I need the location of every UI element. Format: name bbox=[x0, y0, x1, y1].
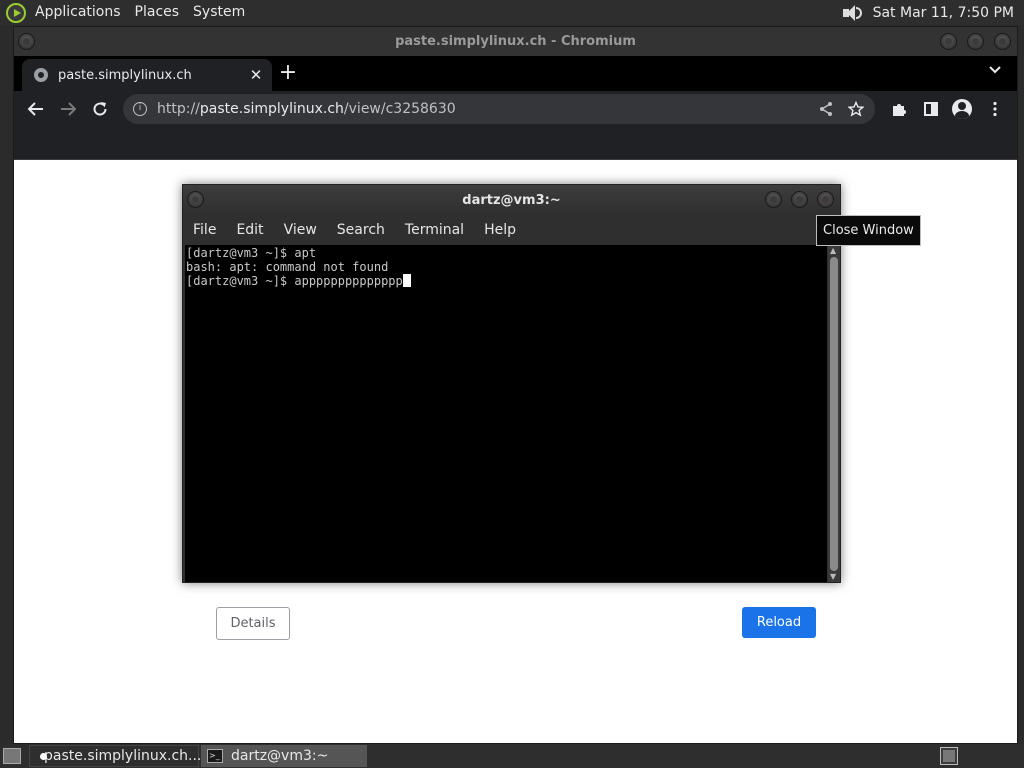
window-menu-icon[interactable] bbox=[18, 33, 35, 50]
terminal-titlebar[interactable]: dartz@vm3:~ bbox=[183, 185, 840, 216]
tab-active[interactable]: paste.simplylinux.ch ✕ bbox=[22, 59, 272, 91]
globe-icon bbox=[34, 68, 48, 82]
profile-avatar-icon[interactable] bbox=[949, 96, 975, 122]
menu-search[interactable]: Search bbox=[337, 222, 385, 238]
chromium-titlebar[interactable]: paste.simplylinux.ch - Chromium bbox=[14, 27, 1017, 56]
maximize-icon[interactable] bbox=[967, 33, 984, 50]
terminal-menubar: File Edit View Search Terminal Help bbox=[183, 216, 840, 244]
forward-arrow-icon[interactable] bbox=[55, 96, 81, 122]
terminal-close-icon[interactable] bbox=[817, 191, 834, 208]
extensions-puzzle-icon[interactable] bbox=[886, 96, 912, 122]
details-button[interactable]: Details bbox=[216, 607, 290, 640]
bookmarks-bar bbox=[14, 127, 1017, 160]
top-panel: Applications Places System Sat Mar 11, 7… bbox=[0, 0, 1024, 25]
reload-button[interactable]: Reload bbox=[742, 607, 816, 638]
terminal-line: [dartz@vm3 ~]$ apppppppppppppp bbox=[186, 274, 403, 288]
terminal-minimize-icon[interactable] bbox=[765, 191, 782, 208]
terminal-window-menu-icon[interactable] bbox=[187, 191, 204, 208]
menu-edit[interactable]: Edit bbox=[236, 222, 263, 238]
taskbar-item-terminal[interactable]: >_ dartz@vm3:~ bbox=[201, 745, 367, 767]
tab-title: paste.simplylinux.ch bbox=[58, 67, 192, 83]
site-info-icon[interactable]: i bbox=[133, 102, 147, 116]
panel-menu: Applications Places System bbox=[0, 0, 252, 25]
close-icon[interactable] bbox=[994, 33, 1011, 50]
scroll-up-arrow-icon[interactable]: ▲ bbox=[830, 246, 836, 255]
menu-view[interactable]: View bbox=[284, 222, 317, 238]
address-bar[interactable]: i http://paste.simplylinux.ch/view/c3258… bbox=[123, 94, 875, 124]
bookmark-star-icon[interactable] bbox=[843, 96, 869, 122]
terminal-line: [dartz@vm3 ~]$ apt bbox=[186, 246, 317, 260]
tab-search-chevron-icon[interactable] bbox=[985, 62, 1005, 82]
panel-clock[interactable]: Sat Mar 11, 7:50 PM bbox=[873, 5, 1014, 21]
menu-file[interactable]: File bbox=[193, 222, 216, 238]
text-cursor bbox=[402, 274, 411, 287]
terminal-window: dartz@vm3:~ File Edit View Search Termin… bbox=[182, 184, 841, 583]
terminal-output[interactable]: [dartz@vm3 ~]$ apt bash: apt: command not… bbox=[185, 245, 827, 582]
menu-terminal[interactable]: Terminal bbox=[405, 222, 464, 238]
url-scheme: http:// bbox=[157, 101, 200, 117]
bottom-taskbar: paste.simplylinux.ch... >_ dartz@vm3:~ bbox=[0, 744, 1024, 768]
side-panel-icon[interactable] bbox=[918, 96, 944, 122]
kebab-menu-icon[interactable] bbox=[982, 96, 1008, 122]
tab-strip: paste.simplylinux.ch ✕ + bbox=[14, 56, 1017, 91]
share-icon[interactable] bbox=[813, 96, 839, 122]
workspace-switcher-icon[interactable] bbox=[940, 747, 958, 765]
browser-toolbar: i http://paste.simplylinux.ch/view/c3258… bbox=[14, 91, 1017, 127]
minimize-icon[interactable] bbox=[940, 33, 957, 50]
distro-logo-icon[interactable] bbox=[6, 2, 26, 23]
system-menu[interactable]: System bbox=[186, 0, 252, 25]
taskbar-item-label: dartz@vm3:~ bbox=[231, 748, 329, 764]
terminal-prompt-line: [dartz@vm3 ~]$ apppppppppppppp bbox=[186, 274, 826, 288]
scroll-down-arrow-icon[interactable]: ▼ bbox=[830, 572, 836, 581]
menu-help[interactable]: Help bbox=[484, 222, 516, 238]
places-menu[interactable]: Places bbox=[128, 0, 187, 25]
volume-icon[interactable] bbox=[841, 4, 863, 22]
applications-menu[interactable]: Applications bbox=[28, 0, 128, 25]
terminal-line: bash: apt: command not found bbox=[186, 260, 389, 274]
new-tab-button[interactable]: + bbox=[274, 59, 302, 87]
terminal-title: dartz@vm3:~ bbox=[462, 193, 561, 208]
show-desktop-icon[interactable] bbox=[3, 748, 21, 764]
tab-close-icon[interactable]: ✕ bbox=[246, 66, 266, 84]
taskbar-item-chromium[interactable]: paste.simplylinux.ch... bbox=[29, 745, 202, 767]
scroll-thumb[interactable] bbox=[830, 257, 838, 571]
terminal-icon: >_ bbox=[207, 749, 223, 763]
panel-tray: Sat Mar 11, 7:50 PM bbox=[841, 4, 1024, 22]
terminal-scrollbar[interactable]: ▲ ▼ bbox=[828, 245, 840, 582]
reload-icon[interactable] bbox=[87, 96, 113, 122]
terminal-maximize-icon[interactable] bbox=[791, 191, 808, 208]
window-title: paste.simplylinux.ch - Chromium bbox=[395, 34, 636, 49]
taskbar-item-label: paste.simplylinux.ch... bbox=[44, 748, 202, 764]
back-arrow-icon[interactable] bbox=[23, 96, 49, 122]
url-path: /view/c3258630 bbox=[343, 101, 456, 117]
close-window-tooltip: Close Window bbox=[816, 215, 921, 246]
url-host: paste.simplylinux.ch bbox=[199, 101, 344, 117]
